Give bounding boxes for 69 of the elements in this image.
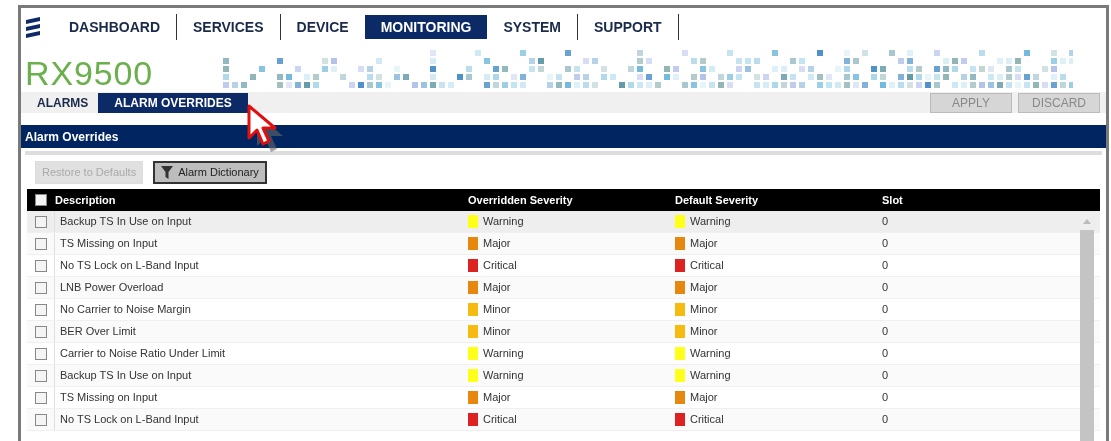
filter-icon: [161, 165, 174, 179]
nav-tab[interactable]: SYSTEM: [487, 15, 577, 39]
checkbox[interactable]: [34, 259, 47, 272]
severity-label: Minor: [483, 324, 511, 340]
severity-label: Warning: [690, 368, 731, 384]
description-cell-text: TS Missing on Input: [59, 390, 159, 406]
nav-tab[interactable]: SERVICES: [177, 15, 280, 39]
logo-icon: [25, 16, 41, 38]
description-cell-text: BER Over Limit: [59, 324, 137, 340]
severity-label: Warning: [690, 346, 731, 362]
slot-cell-text: 0: [882, 368, 889, 384]
checkbox[interactable]: [34, 347, 47, 360]
slot-cell-text: 0: [882, 280, 889, 296]
description-cell-text: Backup TS In Use on Input: [59, 368, 193, 384]
severity-label: Minor: [483, 302, 511, 318]
checkbox[interactable]: [34, 391, 47, 404]
nav-tab[interactable]: DEVICE: [280, 15, 365, 39]
checkbox[interactable]: [34, 215, 47, 228]
nav-tab[interactable]: DASHBOARD: [53, 15, 176, 39]
description-cell-text: Carrier to Noise Ratio Under Limit: [59, 346, 227, 362]
severity-label: Warning: [483, 346, 524, 362]
checkbox[interactable]: [34, 281, 47, 294]
description-cell-text: TS Missing on Input: [59, 236, 159, 252]
severity-label: Critical: [483, 258, 517, 274]
description-cell-text: LNB Power Overload: [59, 280, 165, 296]
severity-label: Major: [690, 280, 718, 296]
description-cell-text: No Carrier to Noise Margin: [59, 302, 192, 318]
description-cell-text: No TS Lock on L-Band Input: [59, 258, 200, 274]
column-header[interactable]: Overridden Severity: [468, 191, 675, 209]
severity-label: Major: [483, 236, 511, 252]
slot-cell-text: 0: [882, 324, 889, 340]
slot-cell-text: 0: [882, 390, 889, 406]
description-cell-text: No TS Lock on L-Band Input: [59, 412, 200, 428]
nav-tab[interactable]: MONITORING: [364, 15, 488, 39]
severity-label: Critical: [483, 412, 517, 428]
slot-cell-text: 0: [882, 236, 889, 252]
severity-label: Major: [690, 390, 718, 406]
slot-cell-text: 0: [882, 302, 889, 318]
severity-label: Minor: [690, 302, 718, 318]
sub-tab[interactable]: ALARMS: [27, 92, 99, 113]
filter-button[interactable]: Alarm Dictionary: [153, 160, 267, 184]
column-header[interactable]: Description: [55, 191, 468, 209]
slot-cell-text: 0: [882, 412, 889, 428]
severity-label: Critical: [690, 412, 724, 428]
column-header[interactable]: Default Severity: [675, 191, 882, 209]
severity-label: Major: [690, 236, 718, 252]
severity-label: Critical: [690, 258, 724, 274]
slot-cell-text: 0: [882, 258, 889, 274]
product-name: RX9500: [25, 54, 153, 92]
checkbox[interactable]: [34, 325, 47, 338]
severity-label: Warning: [690, 214, 731, 230]
checkbox[interactable]: [34, 303, 47, 316]
severity-label: Major: [483, 280, 511, 296]
checkbox[interactable]: [35, 194, 47, 206]
checkbox[interactable]: [34, 413, 47, 426]
column-header[interactable]: Slot: [882, 191, 1100, 209]
nav-tab[interactable]: SUPPORT: [578, 15, 678, 39]
scroll-up-icon: [1083, 219, 1091, 224]
checkbox[interactable]: [34, 369, 47, 382]
description-cell-text: Backup TS In Use on Input: [59, 214, 193, 230]
severity-label: Warning: [483, 214, 524, 230]
slot-cell-text: 0: [882, 214, 889, 230]
panel-title: Alarm Overrides: [25, 128, 119, 146]
severity-label: Minor: [690, 324, 718, 340]
slot-cell-text: 0: [882, 346, 889, 362]
severity-label: Warning: [483, 368, 524, 384]
checkbox[interactable]: [34, 237, 47, 250]
severity-label: Major: [483, 390, 511, 406]
sub-tab[interactable]: ALARM OVERRIDES: [98, 92, 248, 113]
